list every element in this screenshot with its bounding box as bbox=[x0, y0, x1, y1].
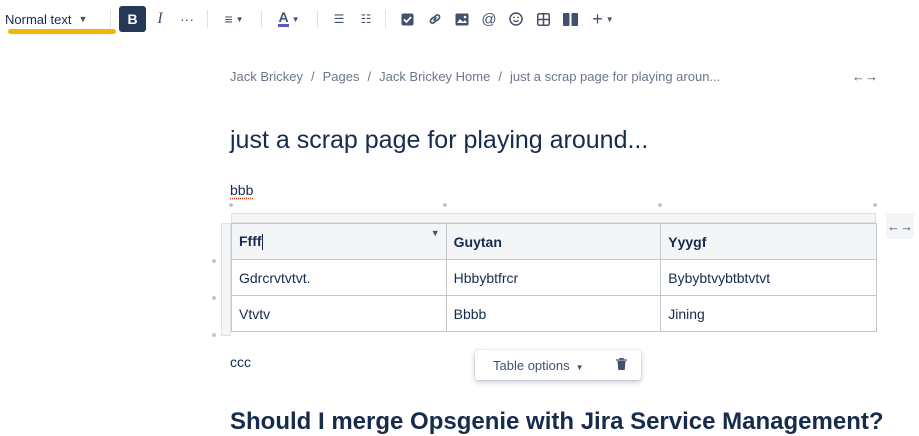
table-cell[interactable]: Vtvtv bbox=[231, 295, 447, 332]
breadcrumb-separator: / bbox=[498, 69, 502, 84]
checkbox-icon bbox=[401, 13, 413, 25]
table-row: Gdrcrvtvtvt. Hbbybtfrcr Bybybtvybtbtvtvt bbox=[231, 259, 877, 296]
table-icon bbox=[536, 12, 550, 26]
insert-dropdown[interactable]: + ▼ bbox=[590, 8, 616, 30]
chevron-down-icon[interactable]: ▼ bbox=[431, 228, 440, 238]
emoji-icon bbox=[509, 12, 523, 26]
mention-icon: @ bbox=[481, 10, 497, 28]
paragraph[interactable]: ccc bbox=[230, 354, 251, 370]
expand-icon: ←→ bbox=[887, 218, 913, 234]
chevron-down-icon: ▼ bbox=[575, 363, 584, 372]
image-button[interactable] bbox=[454, 8, 470, 30]
paragraph[interactable]: bbb bbox=[230, 182, 253, 198]
toolbar-divider bbox=[261, 10, 262, 28]
column-handle-dot[interactable] bbox=[873, 203, 877, 207]
layout-button[interactable] bbox=[561, 8, 579, 30]
chevron-down-icon: ▼ bbox=[78, 14, 88, 24]
breadcrumb-separator: / bbox=[367, 69, 372, 84]
emoji-button[interactable] bbox=[508, 8, 524, 30]
table-cell[interactable]: Gdrcrvtvtvt. bbox=[231, 259, 447, 296]
column-handle-dot[interactable] bbox=[658, 203, 662, 207]
more-icon: ··· bbox=[180, 11, 194, 27]
section-heading[interactable]: Should I merge Opsgenie with Jira Servic… bbox=[230, 408, 884, 436]
image-icon bbox=[455, 13, 469, 25]
bullet-list-icon: ☰ bbox=[333, 12, 345, 26]
page-title[interactable]: just a scrap page for playing around... bbox=[230, 126, 648, 155]
link-button[interactable] bbox=[427, 8, 443, 30]
trash-icon bbox=[616, 357, 627, 370]
italic-button[interactable]: I bbox=[152, 8, 168, 30]
bullet-list-button[interactable]: ☰ bbox=[331, 8, 347, 30]
row-controls[interactable] bbox=[221, 223, 231, 336]
table-header-cell[interactable]: Yyygf bbox=[660, 223, 877, 260]
numbered-list-button[interactable]: ☷ bbox=[358, 8, 374, 30]
row-handle-dot[interactable] bbox=[229, 203, 233, 207]
table-options-label: Table options bbox=[493, 358, 570, 373]
breadcrumb-separator: / bbox=[310, 69, 315, 84]
more-formatting-button[interactable]: ··· bbox=[178, 8, 196, 30]
header-text: Ffff bbox=[239, 232, 262, 249]
row-handle-dot[interactable] bbox=[212, 333, 216, 337]
table-cell[interactable]: Bybybtvybtbtvtvt bbox=[660, 259, 877, 296]
toolbar-divider bbox=[385, 10, 386, 28]
table-options-dropdown[interactable]: Table options ▼ bbox=[493, 358, 584, 373]
breadcrumb-item[interactable]: Jack Brickey bbox=[230, 69, 303, 84]
breadcrumb: Jack Brickey / Pages / Jack Brickey Home / jus… bbox=[230, 69, 720, 84]
table-width-button[interactable]: ←→ bbox=[886, 213, 914, 239]
expand-icon: ←→ bbox=[852, 69, 878, 84]
italic-icon: I bbox=[157, 10, 163, 27]
bold-button[interactable]: B bbox=[119, 6, 146, 32]
mention-button[interactable]: @ bbox=[481, 8, 497, 30]
plus-icon: + bbox=[592, 8, 603, 29]
align-icon: ≡ bbox=[224, 11, 233, 27]
chevron-down-icon: ▼ bbox=[235, 14, 244, 24]
data-table: Ffff ▼ Guytan Yyygf Gdrcrvtvtvt. Hbbybtf… bbox=[231, 223, 877, 332]
text-color-dropdown[interactable]: A ▼ bbox=[276, 8, 302, 30]
table-row: Vtvtv Bbbb Jining bbox=[231, 295, 877, 332]
table-header-cell[interactable]: Guytan bbox=[445, 223, 662, 260]
page-width-button[interactable]: ←→ bbox=[852, 69, 878, 84]
highlight-underline bbox=[8, 29, 116, 34]
chevron-down-icon: ▼ bbox=[605, 14, 614, 24]
column-controls[interactable] bbox=[231, 213, 876, 223]
layout-icon bbox=[562, 12, 578, 26]
text-style-dropdown[interactable]: Normal text ▼ bbox=[5, 8, 87, 30]
table-cell[interactable]: Jining bbox=[660, 295, 877, 332]
table-container: Ffff ▼ Guytan Yyygf Gdrcrvtvtvt. Hbbybtf… bbox=[221, 213, 877, 336]
row-handle-dot[interactable] bbox=[212, 259, 216, 263]
table-header-row: Ffff ▼ Guytan Yyygf bbox=[231, 223, 877, 260]
delete-table-button[interactable] bbox=[616, 357, 627, 373]
toolbar-divider bbox=[110, 10, 111, 28]
numbered-list-icon: ☷ bbox=[360, 12, 372, 26]
text-cursor bbox=[261, 234, 263, 251]
column-handle-dot[interactable] bbox=[443, 203, 447, 207]
table-cell[interactable]: Hbbybtfrcr bbox=[445, 259, 662, 296]
breadcrumb-item[interactable]: Pages bbox=[323, 69, 360, 84]
action-item-button[interactable] bbox=[399, 8, 415, 30]
row-handle-dot[interactable] bbox=[212, 296, 216, 300]
table-header-cell[interactable]: Ffff ▼ bbox=[231, 223, 447, 260]
link-icon bbox=[429, 14, 441, 24]
bold-icon: B bbox=[127, 11, 138, 27]
editor-toolbar: Normal text ▼ B I ··· ≡ ▼ A ▼ ☰ ☷ @ + ▼ bbox=[0, 0, 919, 38]
breadcrumb-item[interactable]: Jack Brickey Home bbox=[379, 69, 490, 84]
toolbar-divider bbox=[207, 10, 208, 28]
table-cell[interactable]: Bbbb bbox=[445, 295, 662, 332]
table-floating-toolbar: Table options ▼ bbox=[475, 350, 641, 380]
table-button[interactable] bbox=[535, 8, 551, 30]
chevron-down-icon: ▼ bbox=[291, 14, 300, 24]
text-color-icon: A bbox=[278, 9, 289, 27]
breadcrumb-item[interactable]: just a scrap page for playing aroun... bbox=[510, 69, 720, 84]
text-style-label: Normal text bbox=[5, 11, 72, 27]
alignment-dropdown[interactable]: ≡ ▼ bbox=[220, 8, 248, 30]
toolbar-divider bbox=[317, 10, 318, 28]
